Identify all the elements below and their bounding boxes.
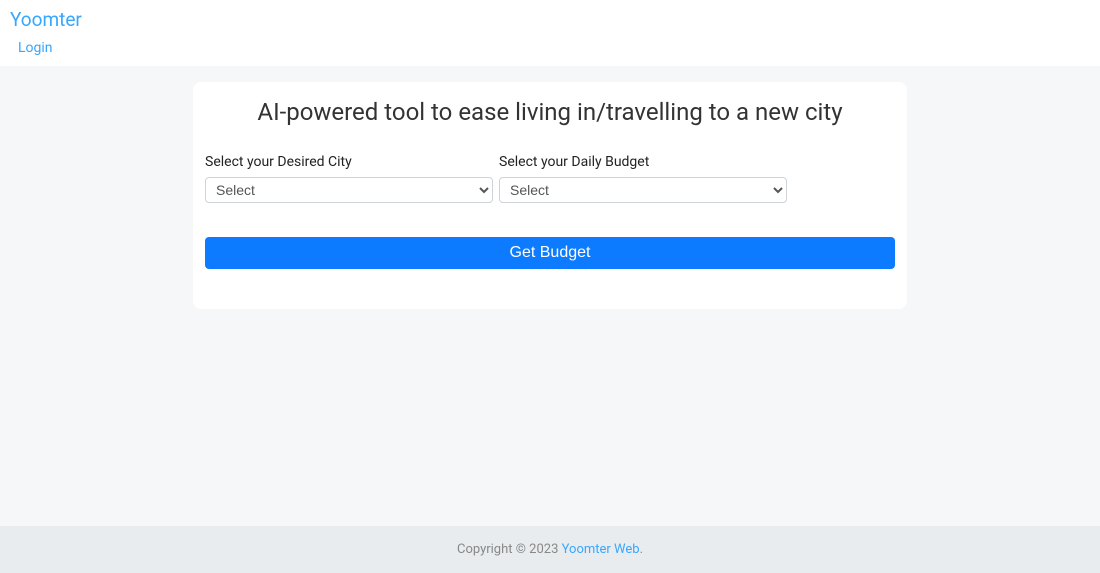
main-content: AI-powered tool to ease living in/travel… <box>0 66 1100 526</box>
submit-row: Get Budget <box>205 203 895 269</box>
budget-col: Select your Daily Budget Select <box>499 154 787 203</box>
budget-card: AI-powered tool to ease living in/travel… <box>193 82 907 309</box>
brand-link[interactable]: Yoomter <box>10 8 82 31</box>
city-col: Select your Desired City Select <box>205 154 493 203</box>
city-label: Select your Desired City <box>205 154 493 170</box>
city-select[interactable]: Select <box>205 177 493 203</box>
budget-select[interactable]: Select <box>499 177 787 203</box>
get-budget-button[interactable]: Get Budget <box>205 237 895 269</box>
login-link[interactable]: Login <box>10 40 53 56</box>
footer: Copyright © 2023 Yoomter Web. <box>0 526 1100 573</box>
form-row: Select your Desired City Select Select y… <box>205 154 895 203</box>
footer-link[interactable]: Yoomter Web <box>562 542 640 557</box>
navbar: Yoomter Login <box>0 0 1100 66</box>
footer-suffix: . <box>640 542 643 557</box>
budget-label: Select your Daily Budget <box>499 154 787 170</box>
card-title: AI-powered tool to ease living in/travel… <box>205 92 895 154</box>
footer-prefix: Copyright © 2023 <box>457 542 562 557</box>
